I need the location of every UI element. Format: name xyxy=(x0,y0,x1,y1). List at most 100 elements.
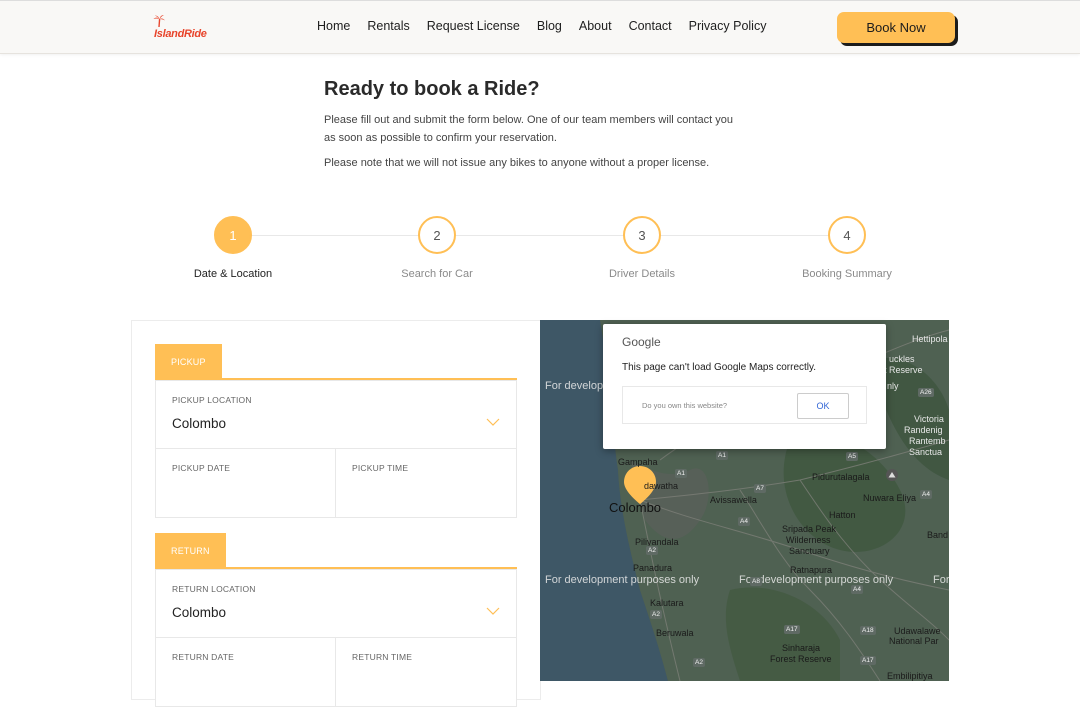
map-label: Sripada Peak xyxy=(782,524,837,534)
map-label: dawatha xyxy=(644,481,679,491)
map-label: Udawalawe xyxy=(894,626,941,636)
dev-watermark: For development purposes only xyxy=(739,574,894,586)
road-badge: A17 xyxy=(860,656,876,665)
pickup-location-value: Colombo xyxy=(172,416,227,431)
map-label: uckles xyxy=(889,354,915,364)
pickup-date-label: PICKUP DATE xyxy=(172,463,231,473)
step-date-location[interactable]: 1 Date & Location xyxy=(153,216,313,280)
page-title: Ready to book a Ride? xyxy=(324,78,540,100)
map-label: Rantemb xyxy=(909,436,946,446)
map-label: Panadura xyxy=(633,563,673,573)
map-label: Nuwara Eliya xyxy=(863,493,917,503)
map-label: Kalutara xyxy=(650,598,684,608)
road-badge: A2 xyxy=(693,658,705,667)
ok-button[interactable]: OK xyxy=(797,393,849,419)
nav-rentals[interactable]: Rentals xyxy=(367,19,409,33)
step-number: 1 xyxy=(214,216,252,254)
google-logo: Google xyxy=(622,335,661,349)
map-pin-label: Colombo xyxy=(609,500,662,515)
road-badge: A5 xyxy=(846,452,858,461)
map-label: Beruwala xyxy=(656,628,694,638)
road-badge: A18 xyxy=(860,626,876,635)
map-label: Ratnapura xyxy=(790,565,833,575)
road-badge: A17 xyxy=(784,625,800,634)
step-label: Date & Location xyxy=(193,268,273,280)
chevron-down-icon xyxy=(486,418,500,426)
return-date-label: RETURN DATE xyxy=(172,652,235,662)
maps-error-message: This page can't load Google Maps correct… xyxy=(622,362,817,373)
road-badge: A26 xyxy=(918,388,934,397)
nav-request-license[interactable]: Request License xyxy=(427,19,520,33)
return-location-select[interactable]: RETURN LOCATION Colombo xyxy=(155,569,517,638)
nav-home[interactable]: Home xyxy=(317,19,350,33)
return-location-label: RETURN LOCATION xyxy=(172,584,256,594)
step-label: Search for Car xyxy=(401,268,473,280)
step-booking-summary[interactable]: 4 Booking Summary xyxy=(767,216,927,280)
road-badge: A4 xyxy=(920,490,932,499)
dev-watermark: For development purposes only xyxy=(933,574,949,586)
logo[interactable]: IslandRide xyxy=(152,15,207,40)
map-label: Wilderness xyxy=(786,535,831,545)
map-label: Victoria xyxy=(914,414,944,424)
book-now-button[interactable]: Book Now xyxy=(837,12,955,43)
map-label: t Reserve xyxy=(884,365,923,375)
steps-connector xyxy=(233,235,847,236)
road-badge: A1 xyxy=(675,469,687,478)
own-website-question[interactable]: Do you own this website? xyxy=(642,401,727,410)
map-label: Hatton xyxy=(829,510,856,520)
pickup-date-field[interactable]: PICKUP DATE xyxy=(155,448,336,518)
license-note: Please note that we will not issue any b… xyxy=(324,157,710,169)
map-label: National Par xyxy=(889,636,939,646)
nav-privacy-policy[interactable]: Privacy Policy xyxy=(689,19,767,33)
step-label: Driver Details xyxy=(608,268,675,280)
dev-watermark: For development purposes only xyxy=(545,574,700,586)
map-label: Band xyxy=(927,530,949,540)
step-driver-details[interactable]: 3 Driver Details xyxy=(562,216,722,280)
map-label: Forest Reserve xyxy=(770,654,832,664)
intro-paragraph: Please fill out and submit the form belo… xyxy=(324,114,734,144)
map-label: Sinharaja xyxy=(782,643,821,653)
road-badge: A7 xyxy=(754,484,766,493)
map-label: Randenig xyxy=(904,425,943,435)
map-label: Hettipola xyxy=(912,334,948,344)
map-label: Avissawella xyxy=(710,495,757,505)
map-label: Embilipitiya xyxy=(887,671,933,681)
site-header: IslandRide Home Rentals Request License … xyxy=(0,0,1080,54)
return-time-label: RETURN TIME xyxy=(352,652,413,662)
road-badge: A4 xyxy=(738,517,750,526)
pickup-location-label: PICKUP LOCATION xyxy=(172,395,252,405)
mountain-icon xyxy=(886,469,898,481)
owner-prompt: Do you own this website? OK xyxy=(622,386,867,424)
return-time-field[interactable]: RETURN TIME xyxy=(335,637,517,707)
pickup-tab: PICKUP xyxy=(155,344,222,379)
google-maps-error-dialog: Google This page can't load Google Maps … xyxy=(603,324,886,449)
map-label: Gampaha xyxy=(618,457,658,467)
step-number: 4 xyxy=(828,216,866,254)
road-badge: A8 xyxy=(750,577,762,586)
step-search-car[interactable]: 2 Search for Car xyxy=(357,216,517,280)
pickup-time-field[interactable]: PICKUP TIME xyxy=(335,448,517,518)
nav-contact[interactable]: Contact xyxy=(629,19,672,33)
step-number: 3 xyxy=(623,216,661,254)
booking-form: PICKUP PICKUP LOCATION Colombo PICKUP DA… xyxy=(131,320,541,707)
map-label: nly xyxy=(887,381,899,391)
chevron-down-icon xyxy=(486,607,500,615)
road-badge: A4 xyxy=(851,585,863,594)
map-label: Pidurutalagala xyxy=(812,472,870,482)
step-label: Booking Summary xyxy=(802,268,892,280)
nav-blog[interactable]: Blog xyxy=(537,19,562,33)
map-label: Sanctuary xyxy=(789,546,830,556)
pickup-location-select[interactable]: PICKUP LOCATION Colombo xyxy=(155,380,517,449)
return-location-value: Colombo xyxy=(172,605,227,620)
nav-about[interactable]: About xyxy=(579,19,612,33)
return-tab: RETURN xyxy=(155,533,226,568)
main-nav: Home Rentals Request License Blog About … xyxy=(317,19,783,33)
step-number: 2 xyxy=(418,216,456,254)
road-badge: A1 xyxy=(716,451,728,460)
road-badge: A2 xyxy=(650,610,662,619)
road-badge: A2 xyxy=(646,546,658,555)
return-date-field[interactable]: RETURN DATE xyxy=(155,637,336,707)
pickup-time-label: PICKUP TIME xyxy=(352,463,409,473)
palm-tree-icon xyxy=(153,15,165,28)
map-label: Sanctua xyxy=(909,447,943,457)
